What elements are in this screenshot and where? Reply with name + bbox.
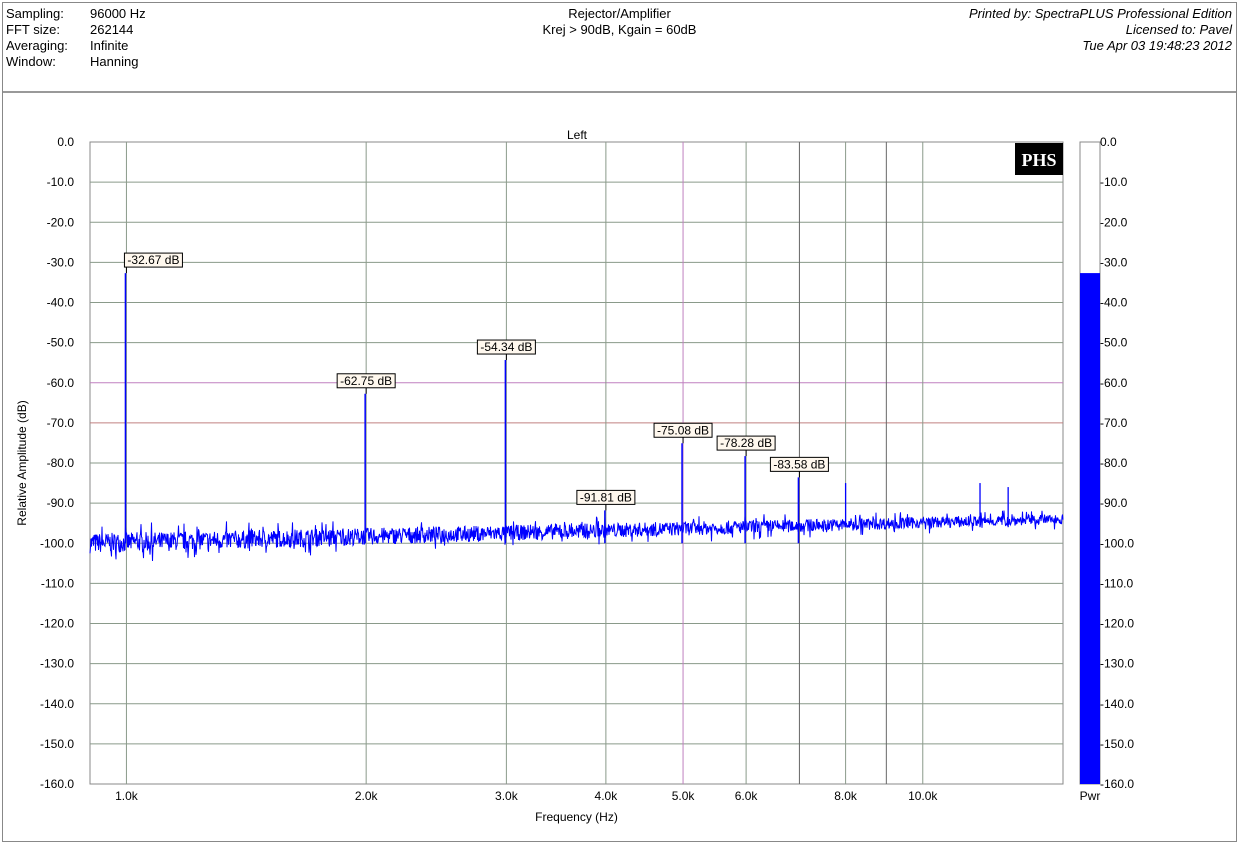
x-tick-label: 2.0k <box>355 789 379 803</box>
x-tick-label: 5.0k <box>672 789 696 803</box>
y-tick-label: 0.0 <box>57 135 74 149</box>
peak-marker-label: -54.34 dB <box>480 340 532 354</box>
y-axis-label: Relative Amplitude (dB) <box>15 400 29 525</box>
level-meter-tick: -160.0 <box>1100 777 1134 791</box>
spectrum-chart: 0.0 -10.0 -20.0 -30.0 -40.0 -50.0 -60.0 -70.0 -8… <box>15 128 1134 824</box>
x-tick-label: 8.0k <box>834 789 858 803</box>
y-tick-label: -40.0 <box>47 296 75 310</box>
x-tick-label: 3.0k <box>495 789 519 803</box>
level-meter-tick: -40.0 <box>1100 296 1128 310</box>
y-tick-label: -70.0 <box>47 416 75 430</box>
x-tick-label: 4.0k <box>595 789 619 803</box>
level-meter-tick: -90.0 <box>1100 496 1128 510</box>
level-meter-fill <box>1080 273 1100 784</box>
peak-marker-label: -91.81 dB <box>580 490 632 504</box>
level-meter-tick: -50.0 <box>1100 336 1128 350</box>
x-axis-label: Frequency (Hz) <box>535 810 618 824</box>
y-tick-label: -110.0 <box>41 576 74 590</box>
y-tick-label: -160.0 <box>40 777 74 791</box>
peak-marker-label: -32.67 dB <box>127 253 179 267</box>
chart-title: Left <box>567 128 588 142</box>
level-meter-tick: -150.0 <box>1100 737 1134 751</box>
level-meter-tick: -20.0 <box>1100 215 1128 229</box>
y-tick-label: -120.0 <box>40 617 74 631</box>
y-tick-label: -140.0 <box>40 697 74 711</box>
y-tick-label: -60.0 <box>47 376 75 390</box>
peak-marker-label: -62.75 dB <box>340 374 392 388</box>
level-meter-tick: -70.0 <box>1100 416 1128 430</box>
y-tick-label: -50.0 <box>47 336 75 350</box>
level-meter-tick: -10.0 <box>1100 175 1128 189</box>
x-tick-label: 1.0k <box>115 789 139 803</box>
y-tick-label: -150.0 <box>40 737 74 751</box>
y-tick-label: -100.0 <box>40 536 74 550</box>
y-tick-label: -20.0 <box>47 215 75 229</box>
y-tick-label: -130.0 <box>40 657 74 671</box>
peak-marker-label: -75.08 dB <box>657 423 709 437</box>
level-meter-tick: -140.0 <box>1100 697 1134 711</box>
level-meter-label: Pwr <box>1080 789 1101 803</box>
y-tick-label: -90.0 <box>47 496 75 510</box>
x-tick-label: 6.0k <box>735 789 759 803</box>
y-tick-label: -10.0 <box>47 175 75 189</box>
x-tick-label: 10.0k <box>908 789 938 803</box>
phs-logo-text: PHS <box>1021 150 1056 170</box>
y-tick-label: -30.0 <box>47 255 75 269</box>
peak-marker-label: -83.58 dB <box>773 457 825 471</box>
level-meter-tick: -120.0 <box>1100 617 1134 631</box>
level-meter-tick: -100.0 <box>1100 536 1134 550</box>
level-meter-tick: -110.0 <box>1100 576 1133 590</box>
level-meter-tick: -130.0 <box>1100 657 1134 671</box>
peak-marker-label: -78.28 dB <box>720 436 772 450</box>
y-tick-label: -80.0 <box>47 456 75 470</box>
level-meter-tick: 0.0 <box>1100 135 1117 149</box>
level-meter-tick: -60.0 <box>1100 376 1128 390</box>
level-meter-tick: -30.0 <box>1100 255 1128 269</box>
level-meter-tick: -80.0 <box>1100 456 1128 470</box>
